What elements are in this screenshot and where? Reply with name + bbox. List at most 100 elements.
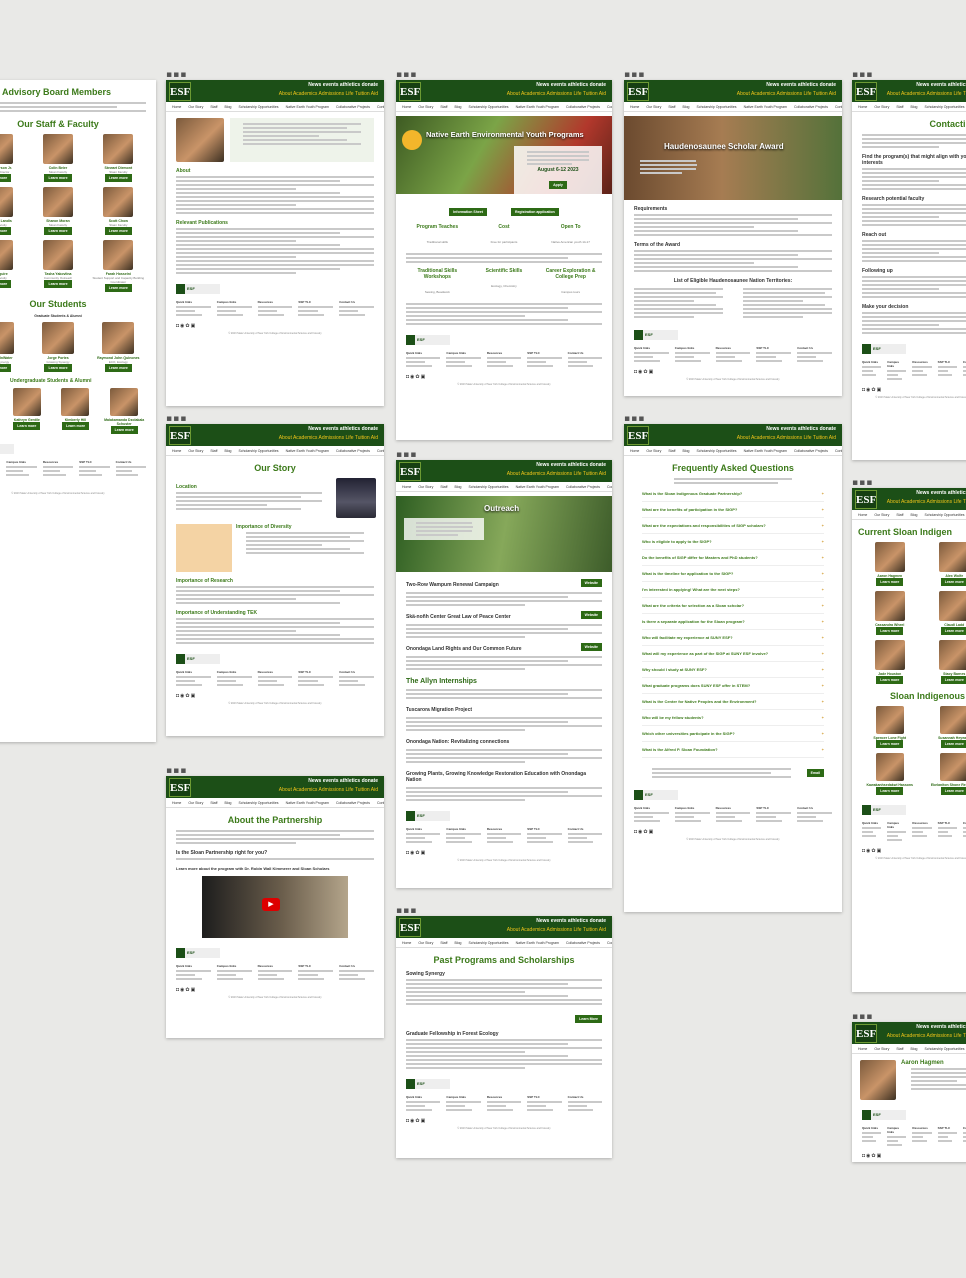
- nav-item[interactable]: Scholarship Opportunities: [468, 105, 508, 109]
- page-about[interactable]: ESF News events athletics donate About A…: [166, 80, 384, 406]
- learn-more-button[interactable]: Learn more: [876, 627, 904, 635]
- nav-item[interactable]: Blog: [454, 105, 461, 109]
- nav-item[interactable]: Our Story: [874, 513, 889, 517]
- nav-item[interactable]: Staff: [440, 105, 447, 109]
- nav-item[interactable]: Home: [858, 513, 867, 517]
- nav-item[interactable]: Staff: [668, 105, 675, 109]
- learn-more-button[interactable]: Learn more: [110, 426, 138, 434]
- main-nav[interactable]: Home Our Story Staff Blog Scholarship Opport…: [624, 446, 842, 456]
- social-icons[interactable]: ◘◉✿▣: [406, 374, 602, 380]
- nav-item[interactable]: Native Earth Youth Program: [744, 449, 787, 453]
- utility-links[interactable]: News events athletics donate: [308, 778, 378, 784]
- nav-item[interactable]: Collaborative Projects: [566, 941, 600, 945]
- nav-item[interactable]: Native Earth Youth Program: [744, 105, 787, 109]
- learn-more-button[interactable]: Learn More: [575, 1015, 602, 1023]
- esf-logo[interactable]: ESF: [855, 82, 877, 101]
- nav-item[interactable]: Collaborative Projects: [336, 105, 370, 109]
- utility-links[interactable]: News events athletics donate: [916, 490, 966, 496]
- learn-more-button[interactable]: Learn more: [0, 280, 12, 288]
- main-nav[interactable]: Home Our Story Staff Blog Scholarship Opport…: [166, 798, 384, 808]
- nav-item[interactable]: Our Story: [874, 1047, 889, 1051]
- esf-logo[interactable]: ESF: [399, 82, 421, 101]
- email-button[interactable]: Email: [806, 769, 824, 777]
- learn-more-button[interactable]: Learn more: [876, 740, 904, 748]
- learn-more-button[interactable]: Learn more: [876, 578, 904, 586]
- audience-links[interactable]: About Academics Admissions Life Tuition …: [737, 435, 836, 441]
- nav-item[interactable]: Our Story: [646, 449, 661, 453]
- learn-more-button[interactable]: Learn more: [104, 284, 132, 292]
- faq-item[interactable]: What are the benefits of participation i…: [642, 502, 824, 518]
- audience-links[interactable]: About Academics Admissions Life Tuition …: [507, 91, 606, 97]
- audience-links[interactable]: About Academics Admissions Life Tuition …: [279, 91, 378, 97]
- main-nav[interactable]: Home Our Story Staff Blog Scholarship Opport…: [852, 1044, 966, 1054]
- learn-more-button[interactable]: Learn more: [104, 227, 132, 235]
- faq-item[interactable]: Why should I study at SUNY ESF? +: [642, 662, 824, 678]
- faq-item[interactable]: Do the benefits of SIGP differ for Maste…: [642, 550, 824, 566]
- nav-item[interactable]: Staff: [896, 513, 903, 517]
- nav-item[interactable]: Blog: [682, 105, 689, 109]
- nav-item[interactable]: Staff: [896, 1047, 903, 1051]
- utility-links[interactable]: News events athletics donate: [536, 462, 606, 468]
- faq-item[interactable]: What are the criteria for selection as a…: [642, 598, 824, 614]
- esf-logo[interactable]: ESF: [855, 1024, 877, 1043]
- nav-item[interactable]: Staff: [896, 105, 903, 109]
- nav-item[interactable]: Native Earth Youth Program: [516, 941, 559, 945]
- esf-logo[interactable]: ESF: [399, 462, 421, 481]
- main-nav[interactable]: Home Our Story Staff Blog Scholarship Opport…: [166, 102, 384, 112]
- learn-more-button[interactable]: Learn more: [44, 227, 72, 235]
- learn-more-button[interactable]: Learn more: [61, 422, 90, 430]
- nav-item[interactable]: Scholarship Opportunities: [238, 449, 278, 453]
- learn-more-button[interactable]: Learn more: [44, 364, 72, 372]
- nav-item[interactable]: Home: [402, 941, 411, 945]
- learn-more-button[interactable]: Learn more: [104, 364, 132, 372]
- nav-item[interactable]: Our Story: [418, 485, 433, 489]
- learn-more-button[interactable]: Learn more: [940, 578, 966, 586]
- audience-links[interactable]: About Academics Admissions Life Tuition …: [279, 787, 378, 793]
- nav-item[interactable]: Home: [172, 105, 181, 109]
- nav-item[interactable]: Blog: [224, 801, 231, 805]
- nav-item[interactable]: Blog: [682, 449, 689, 453]
- faq-item[interactable]: Who is eligible to apply to the SIGP? +: [642, 534, 824, 550]
- main-nav[interactable]: Home Our Story Staff Blog Scholarship Opport…: [852, 510, 966, 520]
- page-our-story[interactable]: ESF News events athletics donate About A…: [166, 424, 384, 736]
- nav-item[interactable]: Staff: [210, 105, 217, 109]
- page-faq[interactable]: ESF News events athletics donate About A…: [624, 424, 842, 912]
- nav-item[interactable]: Our Story: [418, 941, 433, 945]
- learn-more-button[interactable]: Learn more: [0, 174, 12, 182]
- faq-item[interactable]: What is the Alfred P. Sloan Foundation? +: [642, 742, 824, 758]
- nav-item[interactable]: Scholarship Opportunities: [468, 941, 508, 945]
- nav-item[interactable]: Contact: [607, 941, 612, 945]
- nav-item[interactable]: Staff: [668, 449, 675, 453]
- nav-item[interactable]: Home: [858, 105, 867, 109]
- page-partnership[interactable]: ESF News events athletics donate About A…: [166, 776, 384, 1038]
- nav-item[interactable]: Collaborative Projects: [794, 105, 828, 109]
- main-nav[interactable]: Home Our Story Staff Blog Scholarship Opport…: [396, 938, 612, 948]
- nav-item[interactable]: Native Earth Youth Program: [286, 105, 329, 109]
- audience-links[interactable]: About Academics Admissions Life Tuition …: [887, 499, 966, 505]
- nav-item[interactable]: Our Story: [188, 105, 203, 109]
- nav-item[interactable]: Contact: [607, 485, 612, 489]
- nav-item[interactable]: Blog: [454, 485, 461, 489]
- social-icons[interactable]: ◘◉✿▣: [0, 483, 146, 489]
- audience-links[interactable]: About Academics Admissions Life Tuition …: [507, 927, 606, 933]
- esf-logo[interactable]: ESF: [169, 82, 191, 101]
- page-scholar-award[interactable]: ESF News events athletics donate About A…: [624, 80, 842, 396]
- social-icons[interactable]: ◘◉✿▣: [634, 829, 832, 835]
- nav-item[interactable]: Blog: [910, 1047, 917, 1051]
- nav-item[interactable]: Staff: [440, 941, 447, 945]
- nav-item[interactable]: Contact: [377, 449, 384, 453]
- nav-item[interactable]: Contact: [835, 449, 842, 453]
- faq-item[interactable]: I'm interested in applying! What are the…: [642, 582, 824, 598]
- utility-links[interactable]: News events athletics donate: [766, 426, 836, 432]
- website-button[interactable]: Website: [580, 643, 602, 651]
- website-button[interactable]: Website: [580, 579, 602, 587]
- nav-item[interactable]: Home: [630, 105, 639, 109]
- faq-item[interactable]: What will my experience as part of the S…: [642, 646, 824, 662]
- main-nav[interactable]: Home Our Story Staff Blog Scholarship Opport…: [624, 102, 842, 112]
- nav-item[interactable]: Scholarship Opportunities: [924, 1047, 964, 1051]
- nav-item[interactable]: Blog: [454, 941, 461, 945]
- faq-item[interactable]: What is the Sloan Indigenous Graduate Pa…: [642, 486, 824, 502]
- page-youth-programs[interactable]: ESF News events athletics donate About A…: [396, 80, 612, 440]
- social-icons[interactable]: ◘◉✿▣: [862, 1153, 966, 1159]
- nav-item[interactable]: Native Earth Youth Program: [286, 801, 329, 805]
